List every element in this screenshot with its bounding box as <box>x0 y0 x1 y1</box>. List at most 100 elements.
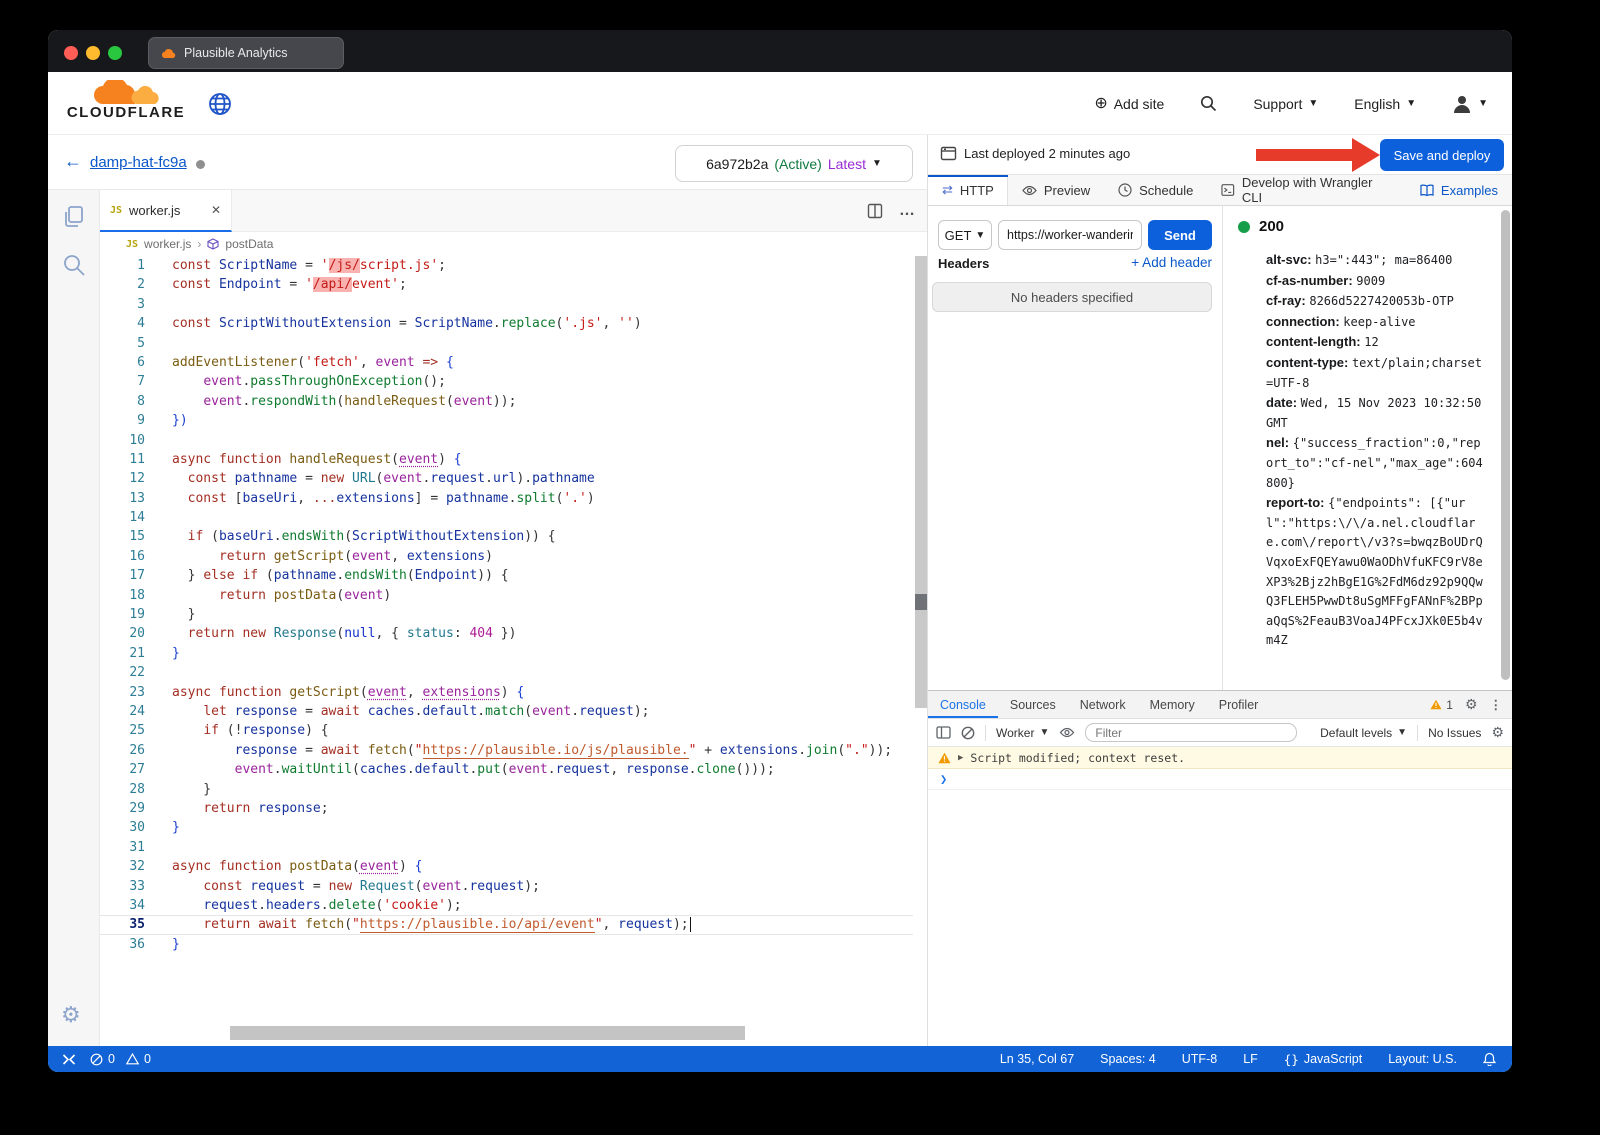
horizontal-scrollbar-thumb[interactable] <box>230 1026 745 1040</box>
devtools-tab-profiler[interactable]: Profiler <box>1207 691 1271 718</box>
remote-indicator-icon[interactable] <box>62 1053 76 1066</box>
files-icon[interactable] <box>61 204 87 230</box>
code-line-5[interactable]: 5 <box>100 334 913 353</box>
more-actions-icon[interactable]: … <box>899 202 917 220</box>
console-filter-input[interactable] <box>1085 723 1297 742</box>
code-line-19[interactable]: 19 } <box>100 605 913 624</box>
devtools-settings-gear-icon[interactable]: ⚙ <box>1465 696 1478 713</box>
vertical-scrollbar-thumb[interactable] <box>915 256 927 708</box>
eol-setting[interactable]: LF <box>1243 1052 1258 1066</box>
tab-preview[interactable]: Preview <box>1008 175 1104 205</box>
search-icon[interactable] <box>61 252 87 278</box>
response-scrollbar-thumb[interactable] <box>1501 210 1510 680</box>
code-lines-area[interactable]: 1const ScriptName = '/js/script.js';2con… <box>100 256 913 1024</box>
add-site-button[interactable]: ⊕ Add site <box>1094 96 1164 112</box>
add-header-button[interactable]: + Add header <box>1131 255 1212 270</box>
code-line-12[interactable]: 12 const pathname = new URL(event.reques… <box>100 469 913 488</box>
code-line-6[interactable]: 6addEventListener('fetch', event => { <box>100 353 913 372</box>
code-line-32[interactable]: 32async function postData(event) { <box>100 857 913 876</box>
code-line-28[interactable]: 28 } <box>100 780 913 799</box>
close-tab-icon[interactable]: ✕ <box>211 203 221 217</box>
code-line-11[interactable]: 11async function handleRequest(event) { <box>100 450 913 469</box>
devtools-more-menu-icon[interactable]: ⋮ <box>1490 697 1503 712</box>
code-line-2[interactable]: 2const Endpoint = '/api/event'; <box>100 275 913 294</box>
code-line-22[interactable]: 22 <box>100 663 913 682</box>
issues-counter[interactable]: No Issues <box>1428 726 1481 740</box>
language-mode[interactable]: {} JavaScript <box>1284 1052 1362 1067</box>
breadcrumb-file[interactable]: worker.js <box>144 237 191 251</box>
code-line-20[interactable]: 20 return new Response(null, { status: 4… <box>100 624 913 643</box>
version-dropdown[interactable]: 6a972b2a (Active) Latest ▼ <box>675 145 913 182</box>
console-settings-gear-icon[interactable]: ⚙ <box>1491 724 1504 741</box>
settings-gear-icon[interactable]: ⚙ <box>61 1002 81 1028</box>
clear-console-icon[interactable] <box>961 726 975 740</box>
keyboard-layout[interactable]: Layout: U.S. <box>1388 1052 1457 1066</box>
send-button[interactable]: Send <box>1148 220 1212 250</box>
devtools-tab-network[interactable]: Network <box>1068 691 1138 718</box>
code-line-7[interactable]: 7 event.passThroughOnException(); <box>100 372 913 391</box>
search-icon[interactable] <box>1200 95 1217 112</box>
tab-http[interactable]: ⇄ HTTP <box>928 175 1008 205</box>
code-line-16[interactable]: 16 return getScript(event, extensions) <box>100 547 913 566</box>
tab-examples[interactable]: Examples <box>1406 175 1512 205</box>
console-warning-row[interactable]: ▶ Script modified; context reset. <box>928 747 1512 769</box>
code-line-25[interactable]: 25 if (!response) { <box>100 721 913 740</box>
code-line-4[interactable]: 4const ScriptWithoutExtension = ScriptNa… <box>100 314 913 333</box>
method-dropdown[interactable]: GET ▼ <box>938 220 992 250</box>
notifications-bell-icon[interactable] <box>1483 1052 1496 1066</box>
support-menu[interactable]: Support ▼ <box>1253 96 1318 112</box>
back-arrow-link[interactable]: ← <box>64 151 82 172</box>
code-line-26[interactable]: 26 response = await fetch("https://plaus… <box>100 741 913 760</box>
tab-wrangler[interactable]: Develop with Wrangler CLI <box>1207 175 1406 205</box>
eye-icon[interactable] <box>1059 727 1075 738</box>
code-line-34[interactable]: 34 request.headers.delete('cookie'); <box>100 896 913 915</box>
save-and-deploy-button[interactable]: Save and deploy <box>1380 139 1504 171</box>
code-line-31[interactable]: 31 <box>100 838 913 857</box>
console-prompt[interactable]: ❯ <box>928 769 1512 790</box>
request-url-input[interactable] <box>998 220 1142 250</box>
code-line-35[interactable]: 35 return await fetch("https://plausible… <box>100 915 913 934</box>
code-line-9[interactable]: 9}) <box>100 411 913 430</box>
devtools-tab-console[interactable]: Console <box>928 691 998 718</box>
globe-icon[interactable] <box>208 92 232 116</box>
console-sidebar-icon[interactable] <box>936 726 951 739</box>
code-line-36[interactable]: 36} <box>100 935 913 954</box>
language-menu[interactable]: English ▼ <box>1354 96 1416 112</box>
editor-tab-workerjs[interactable]: JS worker.js ✕ <box>100 190 232 232</box>
devtools-tab-sources[interactable]: Sources <box>998 691 1068 718</box>
cursor-position[interactable]: Ln 35, Col 67 <box>1000 1052 1074 1066</box>
editor-vertical-scrollbar[interactable] <box>914 256 927 1024</box>
code-line-14[interactable]: 14 <box>100 508 913 527</box>
indentation-setting[interactable]: Spaces: 4 <box>1100 1052 1156 1066</box>
editor-breadcrumbs[interactable]: JS worker.js › postData <box>100 232 927 256</box>
code-line-15[interactable]: 15 if (baseUri.endsWith(ScriptWithoutExt… <box>100 527 913 546</box>
tab-schedule[interactable]: Schedule <box>1104 175 1207 205</box>
code-line-24[interactable]: 24 let response = await caches.default.m… <box>100 702 913 721</box>
browser-tab[interactable]: Plausible Analytics <box>148 37 344 69</box>
code-line-33[interactable]: 33 const request = new Request(event.req… <box>100 877 913 896</box>
split-editor-icon[interactable] <box>867 203 883 219</box>
expand-triangle-icon[interactable]: ▶ <box>958 753 963 763</box>
close-window-button[interactable] <box>64 46 78 60</box>
code-line-3[interactable]: 3 <box>100 295 913 314</box>
minimize-window-button[interactable] <box>86 46 100 60</box>
code-line-29[interactable]: 29 return response; <box>100 799 913 818</box>
log-levels-dropdown[interactable]: Default levels ▼ <box>1320 726 1407 740</box>
context-selector[interactable]: Worker ▼ <box>996 726 1049 740</box>
worker-name-link[interactable]: damp-hat-fc9a <box>90 154 187 171</box>
code-line-18[interactable]: 18 return postData(event) <box>100 586 913 605</box>
code-line-8[interactable]: 8 event.respondWith(handleRequest(event)… <box>100 392 913 411</box>
code-line-23[interactable]: 23async function getScript(event, extens… <box>100 683 913 702</box>
warnings-badge[interactable]: 1 <box>1430 698 1453 712</box>
fullscreen-window-button[interactable] <box>108 46 122 60</box>
breadcrumb-symbol[interactable]: postData <box>225 237 273 251</box>
code-line-27[interactable]: 27 event.waitUntil(caches.default.put(ev… <box>100 760 913 779</box>
editor-horizontal-scrollbar[interactable] <box>100 1026 913 1040</box>
account-menu[interactable]: ▼ <box>1452 94 1488 114</box>
errors-indicator[interactable]: 0 0 <box>90 1052 151 1066</box>
code-line-10[interactable]: 10 <box>100 431 913 450</box>
code-line-17[interactable]: 17 } else if (pathname.endsWith(Endpoint… <box>100 566 913 585</box>
cloudflare-logo[interactable]: CLOUDFLARE <box>66 80 186 121</box>
response-scrollbar[interactable] <box>1501 210 1510 690</box>
encoding-setting[interactable]: UTF-8 <box>1182 1052 1217 1066</box>
